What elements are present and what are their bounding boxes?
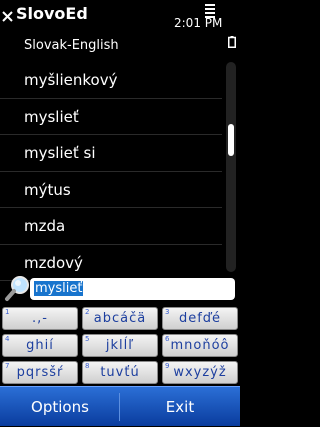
- exit-softkey[interactable]: Exit: [120, 387, 240, 427]
- close-icon[interactable]: [2, 11, 13, 22]
- key-7[interactable]: 7 pqrsšŕ: [2, 361, 78, 384]
- key-label: mnoňóô: [170, 338, 230, 353]
- key-label: ghií: [26, 338, 54, 353]
- key-number: 1: [5, 308, 10, 316]
- key-number: 7: [5, 362, 10, 370]
- key-label: pqrsšŕ: [16, 365, 64, 380]
- key-label: tuvťú: [100, 365, 140, 380]
- status-time: 2:01 PM: [174, 16, 223, 30]
- key-label: abcáčä: [93, 311, 147, 326]
- scrollbar-thumb[interactable]: [228, 124, 234, 156]
- title-bar: SlovoEd 2:01 PM: [0, 0, 240, 38]
- key-9[interactable]: 9 wxyzýž: [162, 361, 238, 384]
- options-softkey[interactable]: Options: [0, 387, 120, 427]
- key-number: 2: [85, 308, 90, 316]
- signal-icon: [205, 4, 215, 18]
- app-title: SlovoEd: [16, 4, 88, 23]
- key-number: 3: [165, 308, 170, 316]
- list-item[interactable]: mzda: [0, 208, 222, 245]
- key-label: wxyzýž: [173, 365, 227, 380]
- key-3[interactable]: 3 defďé: [162, 307, 238, 330]
- key-number: 9: [165, 362, 170, 370]
- search-row: myslieť: [0, 274, 240, 304]
- word-list: myšlienkový myslieť myslieť si mýtus mzd…: [0, 62, 222, 281]
- key-8[interactable]: 8 tuvťú: [82, 361, 158, 384]
- key-4[interactable]: 4 ghií: [2, 334, 78, 357]
- battery-icon: [228, 36, 236, 48]
- key-label: .,-: [32, 311, 48, 326]
- key-number: 5: [85, 335, 90, 343]
- search-input[interactable]: myslieť: [30, 278, 235, 300]
- search-input-value: myslieť: [34, 281, 84, 296]
- key-6[interactable]: 6 mnoňóô: [162, 334, 238, 357]
- search-icon[interactable]: [4, 274, 32, 302]
- key-label: defďé: [178, 311, 222, 326]
- list-item[interactable]: myšlienkový: [0, 62, 222, 99]
- list-item[interactable]: mýtus: [0, 172, 222, 208]
- key-5[interactable]: 5 jklĺľ: [82, 334, 158, 357]
- key-2[interactable]: 2 abcáčä: [82, 307, 158, 330]
- key-number: 8: [85, 362, 90, 370]
- list-item[interactable]: myslieť: [0, 99, 222, 135]
- key-number: 4: [5, 335, 10, 343]
- keypad: 1 .,- 2 abcáčä 3 defďé 4 ghií 5 jklĺľ 6 …: [2, 307, 238, 384]
- dictionary-direction[interactable]: Slovak-English: [24, 38, 119, 54]
- key-1[interactable]: 1 .,-: [2, 307, 78, 330]
- key-number: 6: [165, 335, 170, 343]
- key-label: jklĺľ: [105, 338, 135, 353]
- softkey-bar: Options Exit: [0, 386, 240, 426]
- list-item[interactable]: myslieť si: [0, 135, 222, 172]
- scrollbar-track[interactable]: [226, 62, 236, 272]
